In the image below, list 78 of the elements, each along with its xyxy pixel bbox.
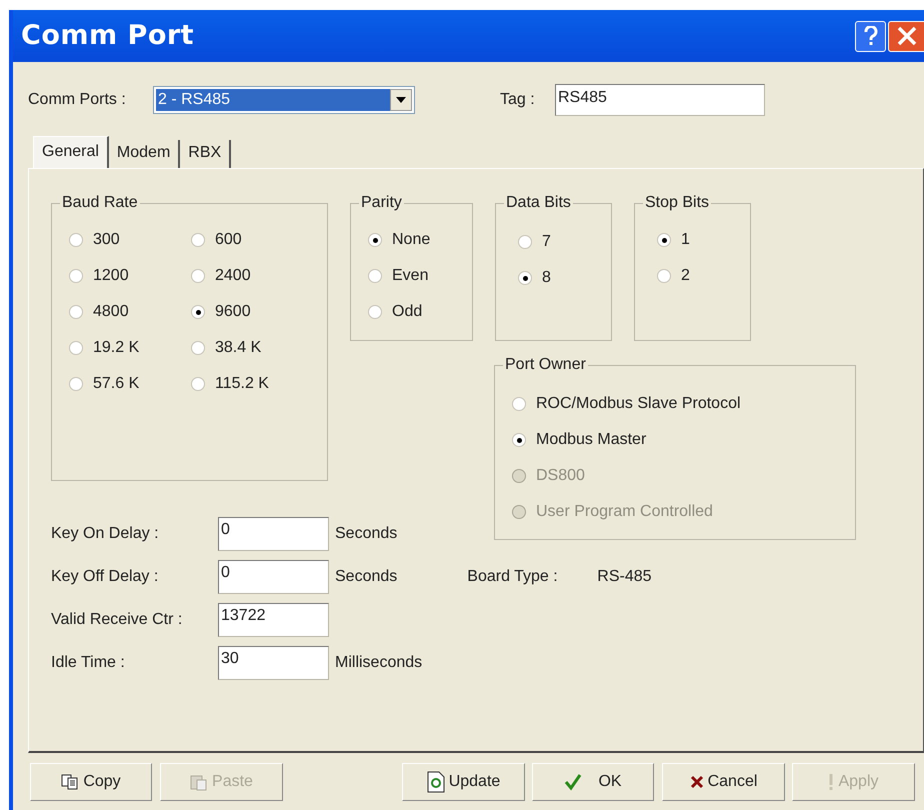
clipboard-icon <box>190 773 208 791</box>
tab[interactable]: Modem <box>108 140 180 168</box>
option-label: 2400 <box>215 266 251 286</box>
radio-button[interactable] <box>69 341 83 355</box>
window-title: Comm Port <box>21 18 194 53</box>
dialog-button[interactable]: Update <box>402 763 525 801</box>
option-label: None <box>392 230 430 250</box>
option-label: 19.2 K <box>93 338 140 358</box>
dialog-button[interactable]: Copy <box>30 763 152 801</box>
unit-label: Seconds <box>335 524 398 544</box>
option-label: Modbus Master <box>536 430 646 450</box>
field-label: Board Type : <box>467 567 559 587</box>
radio-button[interactable] <box>69 377 83 391</box>
option-label: 9600 <box>215 302 251 322</box>
option-label: DS800 <box>536 466 585 486</box>
option-label: Odd <box>392 302 422 322</box>
tag-input[interactable]: RS485 <box>555 84 765 116</box>
group-title: Stop Bits <box>643 193 712 213</box>
unit-label: Milliseconds <box>335 653 422 673</box>
copy-icon <box>61 774 80 790</box>
number-input[interactable]: 0 <box>218 560 329 594</box>
exclamation-icon <box>828 773 834 791</box>
option-label: ROC/Modbus Slave Protocol <box>536 394 741 414</box>
radio-button[interactable] <box>191 233 205 247</box>
option-label: 57.6 K <box>93 374 140 394</box>
radio-button[interactable] <box>191 341 205 355</box>
radio-button[interactable] <box>191 377 205 391</box>
radio-button[interactable] <box>191 305 205 319</box>
option-label: 600 <box>215 230 242 250</box>
help-icon <box>864 26 878 46</box>
radio-button[interactable] <box>512 433 526 447</box>
comm-ports-dropdown[interactable]: 2 - RS485 <box>153 86 415 114</box>
field-label: Key On Delay : <box>51 524 160 544</box>
number-input[interactable]: 30 <box>218 646 329 680</box>
number-input[interactable]: 13722 <box>218 603 329 637</box>
radio-button[interactable] <box>368 305 382 319</box>
field-label: Comm Ports : <box>28 90 127 110</box>
close-icon <box>690 775 704 789</box>
radio-button[interactable] <box>657 269 671 283</box>
option-label: 2 <box>681 266 690 286</box>
help-button[interactable] <box>855 20 886 52</box>
radio-button[interactable] <box>69 269 83 283</box>
radio-button[interactable] <box>518 271 532 285</box>
option-label: Even <box>392 266 428 286</box>
field-label: Idle Time : <box>51 653 126 673</box>
number-input[interactable]: 0 <box>218 517 329 551</box>
radio-button[interactable] <box>191 269 205 283</box>
field-label: Key Off Delay : <box>51 567 160 587</box>
radio-button[interactable] <box>69 305 83 319</box>
radio-button[interactable] <box>657 233 671 247</box>
group-title: Parity <box>359 193 404 213</box>
dropdown-arrow-icon <box>396 97 406 103</box>
close-icon <box>896 25 918 47</box>
unit-label: Seconds <box>335 567 398 587</box>
radio-button[interactable] <box>518 235 532 249</box>
option-label: 8 <box>542 268 551 288</box>
check-icon <box>564 773 582 791</box>
option-label: 38.4 K <box>215 338 262 358</box>
field-label: Valid Receive Ctr : <box>51 610 184 630</box>
radio-button[interactable] <box>368 233 382 247</box>
option-label: 1 <box>681 230 690 250</box>
radio-button[interactable] <box>368 269 382 283</box>
board-type-value: RS-485 <box>597 567 652 587</box>
dialog-button[interactable]: OK <box>532 763 654 801</box>
dialog-button[interactable]: Cancel <box>662 763 785 801</box>
tab[interactable]: RBX <box>180 140 232 168</box>
option-label: 7 <box>542 232 551 252</box>
radio-button[interactable] <box>512 397 526 411</box>
option-label: 1200 <box>93 266 129 286</box>
close-button[interactable] <box>888 20 924 52</box>
option-label: 300 <box>93 230 120 250</box>
field-label: Tag : <box>500 90 536 110</box>
option-label: 115.2 K <box>215 374 269 394</box>
radio-button[interactable] <box>69 233 83 247</box>
option-label: 4800 <box>93 302 129 322</box>
option-label: User Program Controlled <box>536 502 713 522</box>
document-refresh-icon <box>426 771 445 793</box>
tab[interactable]: General <box>33 136 109 168</box>
